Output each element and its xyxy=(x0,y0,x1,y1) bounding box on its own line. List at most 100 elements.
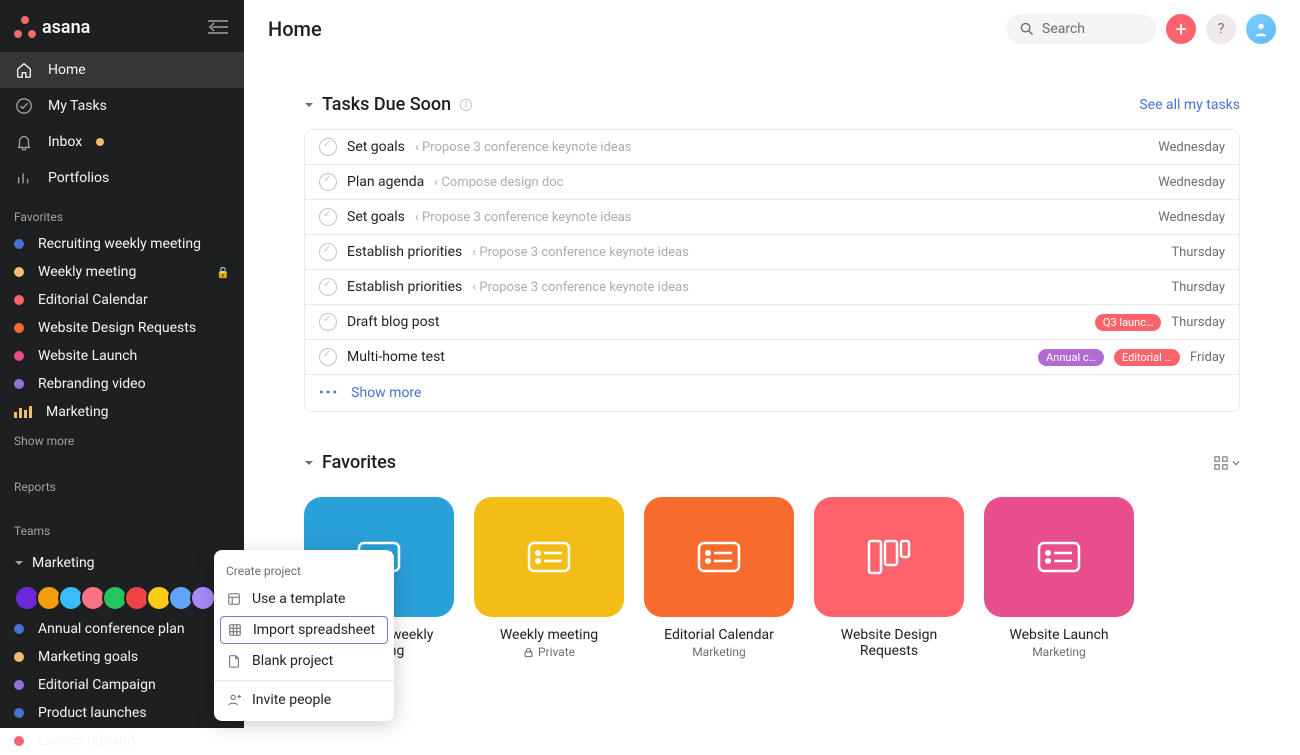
nav-home[interactable]: Home xyxy=(0,52,244,88)
team-avatars[interactable] xyxy=(0,581,244,615)
task-row[interactable]: Set goals‹ Propose 3 conference keynote … xyxy=(305,130,1239,165)
complete-task-checkbox[interactable] xyxy=(319,313,337,331)
favorites-label: Favorites xyxy=(0,196,244,230)
member-avatar[interactable] xyxy=(190,585,216,611)
favorite-label: Website Launch xyxy=(38,348,230,364)
menu-invite-people[interactable]: Invite people xyxy=(214,685,394,715)
menu-import-spreadsheet[interactable]: Import spreadsheet xyxy=(220,616,388,644)
nav-portfolios-label: Portfolios xyxy=(48,170,109,186)
menu-blank-project[interactable]: Blank project xyxy=(214,646,394,676)
card-subtitle: Private xyxy=(474,645,624,659)
team-project-item[interactable]: Product launches xyxy=(0,699,244,727)
complete-task-checkbox[interactable] xyxy=(319,208,337,226)
favorite-label: Editorial Calendar xyxy=(38,292,230,308)
ellipsis-icon: ••• xyxy=(319,385,339,401)
user-avatar[interactable] xyxy=(1246,14,1276,44)
team-project-item[interactable]: Marketing goals xyxy=(0,643,244,671)
sidebar-favorite-item[interactable]: Recruiting weekly meeting xyxy=(0,230,244,258)
nav-home-label: Home xyxy=(48,62,86,78)
sidebar-favorite-item[interactable]: Weekly meeting🔒 xyxy=(0,258,244,286)
task-row[interactable]: Plan agenda‹ Compose design docWednesday xyxy=(305,165,1239,200)
complete-task-checkbox[interactable] xyxy=(319,278,337,296)
favorites-section-header: Favorites xyxy=(304,452,1240,473)
task-parent: ‹ Propose 3 conference keynote ideas xyxy=(472,280,689,295)
see-all-tasks-link[interactable]: See all my tasks xyxy=(1139,97,1240,113)
task-row[interactable]: Draft blog postQ3 launc…Thursday xyxy=(305,305,1239,340)
favorite-label: Recruiting weekly meeting xyxy=(38,236,230,252)
task-name: Multi-home test xyxy=(347,349,445,365)
complete-task-checkbox[interactable] xyxy=(319,173,337,191)
favorite-label: Marketing xyxy=(46,404,230,420)
sidebar-favorite-item[interactable]: Rebranding video xyxy=(0,370,244,398)
project-pill[interactable]: Annual c… xyxy=(1038,349,1104,366)
search-input[interactable]: Search xyxy=(1006,14,1156,44)
asana-logo[interactable]: asana xyxy=(14,16,90,38)
card-tile xyxy=(984,497,1134,617)
favorite-card[interactable]: Weekly meetingPrivate xyxy=(474,497,624,659)
card-title: Website Launch xyxy=(984,627,1134,643)
task-name: Draft blog post xyxy=(347,314,439,330)
project-label: Product launches xyxy=(38,705,230,721)
view-toggle[interactable] xyxy=(1214,456,1240,470)
nav-mytasks[interactable]: My Tasks xyxy=(0,88,244,124)
team-project-item[interactable]: Launch rebrand xyxy=(0,727,244,755)
favorite-card[interactable]: Editorial CalendarMarketing xyxy=(644,497,794,659)
bars-icon xyxy=(14,406,32,418)
project-pill[interactable]: Q3 launc… xyxy=(1095,314,1161,331)
favorite-card[interactable]: Website Design Requests xyxy=(814,497,964,659)
complete-task-checkbox[interactable] xyxy=(319,348,337,366)
sidebar-favorite-item[interactable]: Website Launch xyxy=(0,342,244,370)
task-due-date: Thursday xyxy=(1171,245,1225,260)
brand-text: asana xyxy=(42,17,90,38)
project-pill[interactable]: Editorial … xyxy=(1114,349,1180,366)
nav-inbox-label: Inbox xyxy=(48,134,82,150)
sidebar-favorite-item[interactable]: Marketing xyxy=(0,398,244,426)
caret-down-icon[interactable] xyxy=(304,458,314,468)
task-due-date: Thursday xyxy=(1171,280,1225,295)
project-color-dot xyxy=(14,239,24,249)
complete-task-checkbox[interactable] xyxy=(319,138,337,156)
project-color-dot xyxy=(14,379,24,389)
team-project-item[interactable]: Editorial Campaign xyxy=(0,671,244,699)
card-tile xyxy=(644,497,794,617)
sidebar-favorite-item[interactable]: Editorial Calendar xyxy=(0,286,244,314)
project-label: Editorial Campaign xyxy=(38,677,230,693)
document-icon xyxy=(226,653,242,669)
page-title: Home xyxy=(268,17,322,41)
favorites-title: Favorites xyxy=(322,452,396,473)
info-icon[interactable] xyxy=(459,98,473,112)
project-label: Launch rebrand xyxy=(38,733,230,749)
collapse-sidebar-icon[interactable] xyxy=(206,18,230,36)
sidebar-header: asana xyxy=(0,0,244,52)
nav-portfolios[interactable]: Portfolios xyxy=(0,160,244,196)
complete-task-checkbox[interactable] xyxy=(319,243,337,261)
project-color-dot xyxy=(14,736,24,746)
team-marketing[interactable]: Marketing + xyxy=(0,544,244,581)
team-project-item[interactable]: Annual conference plan xyxy=(0,615,244,643)
person-add-icon xyxy=(226,692,242,708)
caret-down-icon[interactable] xyxy=(304,100,314,110)
help-button[interactable]: ? xyxy=(1206,14,1236,44)
nav-inbox[interactable]: Inbox xyxy=(0,124,244,160)
task-row[interactable]: Establish priorities‹ Propose 3 conferen… xyxy=(305,270,1239,305)
card-tile xyxy=(474,497,624,617)
reports-label[interactable]: Reports xyxy=(0,456,244,500)
teams-label: Teams xyxy=(0,500,244,544)
favorite-card[interactable]: Website LaunchMarketing xyxy=(984,497,1134,659)
create-project-menu: Create project Use a template Import spr… xyxy=(214,550,394,721)
menu-use-template[interactable]: Use a template xyxy=(214,584,394,614)
check-circle-icon xyxy=(14,96,34,116)
task-due-date: Wednesday xyxy=(1158,210,1225,225)
favorites-show-more[interactable]: Show more xyxy=(0,426,244,456)
task-row[interactable]: Establish priorities‹ Propose 3 conferen… xyxy=(305,235,1239,270)
project-color-dot xyxy=(14,652,24,662)
task-row[interactable]: Multi-home testAnnual c…Editorial …Frida… xyxy=(305,340,1239,375)
global-add-button[interactable]: + xyxy=(1166,14,1196,44)
tasks-show-more[interactable]: •••Show more xyxy=(305,375,1239,411)
task-row[interactable]: Set goals‹ Propose 3 conference keynote … xyxy=(305,200,1239,235)
sidebar-favorite-item[interactable]: Website Design Requests xyxy=(0,314,244,342)
tasks-due-header: Tasks Due Soon See all my tasks xyxy=(304,94,1240,115)
inbox-notification-dot xyxy=(96,138,104,146)
project-color-dot xyxy=(14,680,24,690)
sidebar: asana Home My Tasks Inbox Portfolios Fav… xyxy=(0,0,244,728)
